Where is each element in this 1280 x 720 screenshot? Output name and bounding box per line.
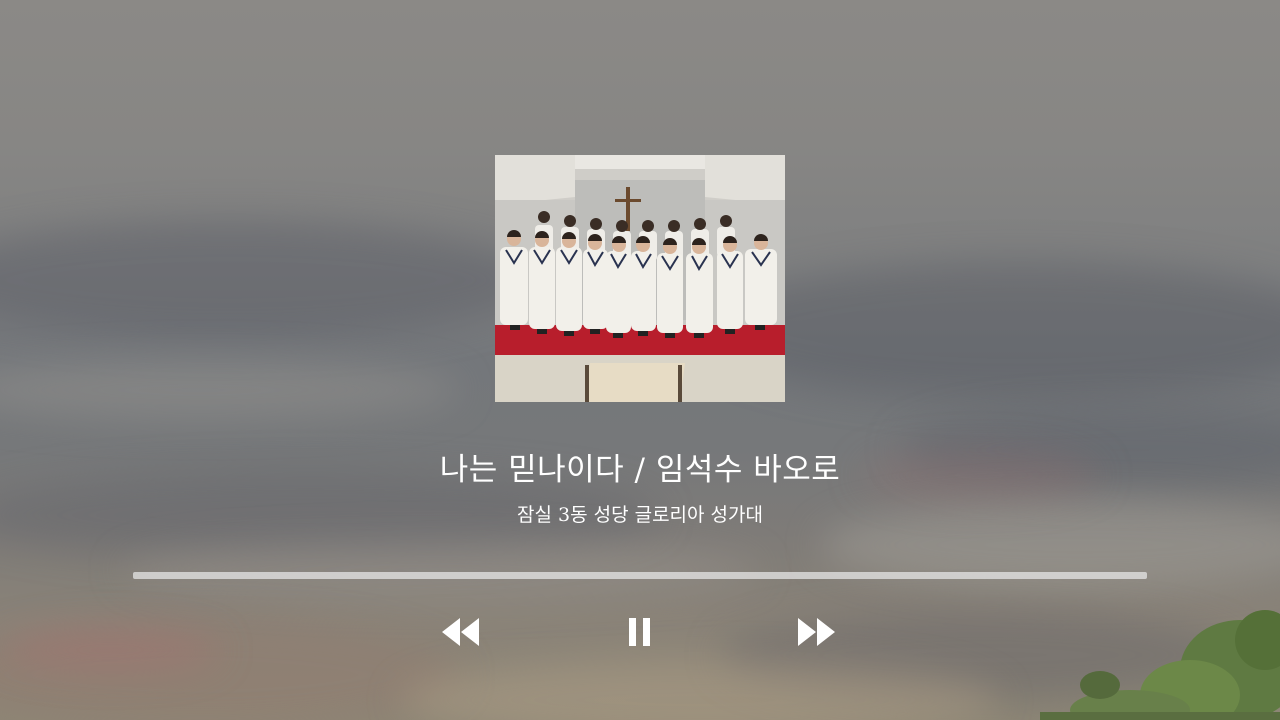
background-cloud (0, 360, 460, 420)
tree-silhouette (1040, 610, 1280, 720)
choir-photo (495, 155, 785, 402)
background-cloud (0, 630, 220, 670)
background-cloud (0, 220, 540, 340)
rewind-icon (442, 618, 479, 646)
progress-bar[interactable] (133, 572, 1147, 579)
pause-button[interactable] (622, 614, 658, 650)
track-title: 나는 믿나이다 / 임석수 바오로 (439, 452, 841, 488)
fast-forward-icon (798, 618, 835, 646)
artist-name: 잠실 3동 성당 글로리아 성가대 (516, 504, 763, 526)
pause-icon (629, 618, 650, 646)
album-art (495, 155, 785, 402)
background-cloud (120, 540, 760, 600)
next-button[interactable] (795, 614, 837, 650)
player-screen: 나는 믿나이다 / 임석수 바오로 잠실 3동 성당 글로리아 성가대 (0, 0, 1280, 720)
background-cloud (700, 260, 1280, 400)
previous-button[interactable] (440, 614, 482, 650)
